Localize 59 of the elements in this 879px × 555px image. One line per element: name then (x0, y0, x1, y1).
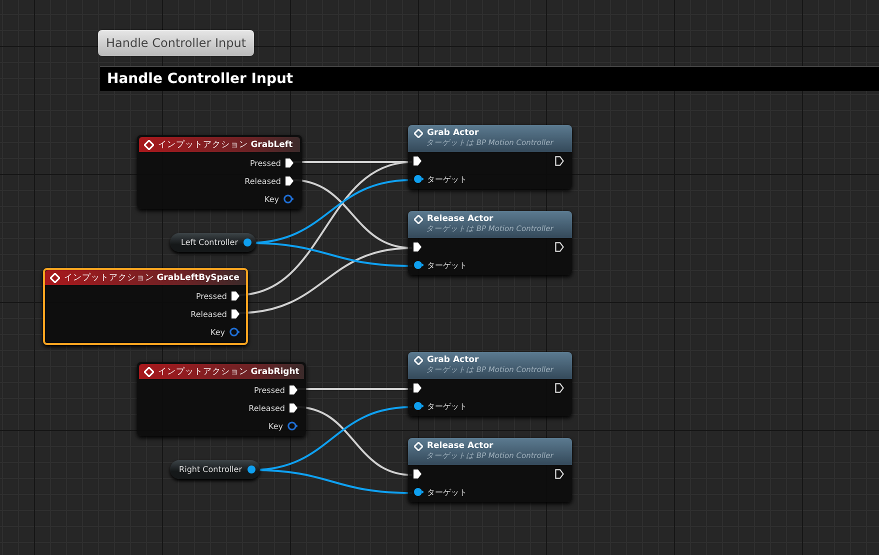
pin-label: ターゲット (427, 400, 467, 412)
exec-pin-icon[interactable] (413, 156, 422, 166)
data-pin-icon[interactable] (413, 487, 424, 497)
function-icon (414, 128, 423, 138)
exec-pin-icon[interactable] (289, 385, 298, 395)
exec-pin-icon[interactable] (555, 242, 564, 252)
pin-label: ターゲット (427, 260, 467, 270)
data-pin-icon[interactable] (413, 174, 424, 184)
variable-node[interactable]: Right Controller (170, 460, 260, 479)
function-icon (414, 442, 423, 450)
variable-node[interactable]: Left Controller (170, 233, 256, 252)
exec-pin-icon[interactable] (555, 156, 564, 166)
data-pin-icon[interactable] (243, 238, 252, 247)
function-icon (414, 214, 423, 224)
node-title: Grab Actor (427, 355, 479, 365)
exec-pin-icon[interactable] (231, 309, 240, 319)
data-pin-icon[interactable] (413, 401, 424, 411)
pin-label: Pressed (196, 292, 227, 300)
exec-pin-icon[interactable] (555, 469, 564, 479)
pin-label: Key (264, 194, 279, 204)
comment-header: Handle Controller Input (100, 66, 879, 91)
event-node[interactable]: インプットアクション GrabLeftBySpace Pressed Released Key (43, 268, 248, 345)
node-title: インプットアクション GrabLeftBySpace (64, 272, 240, 284)
exec-pin-icon[interactable] (413, 242, 422, 252)
pin-label: Pressed (250, 158, 281, 168)
exec-pin-icon[interactable] (555, 383, 564, 393)
exec-pin-icon[interactable] (285, 158, 294, 168)
data-pin-icon[interactable] (413, 260, 424, 270)
function-icon (414, 356, 423, 364)
node-title: インプットアクション GrabLeft (158, 138, 293, 150)
exec-pin-icon[interactable] (289, 403, 298, 413)
variable-label: Right Controller (179, 465, 242, 474)
pin-label: Released (190, 310, 227, 318)
struct-pin-icon[interactable] (229, 327, 240, 337)
pin-label: Key (210, 328, 225, 336)
node-title: インプットアクション GrabRight (158, 366, 300, 378)
event-icon (144, 366, 154, 376)
node-title: Release Actor (427, 214, 494, 224)
pin-label: Pressed (254, 386, 285, 394)
node-title: Grab Actor (427, 128, 479, 138)
pin-label: ターゲット (427, 486, 467, 498)
pin-label: ターゲット (427, 174, 467, 184)
node-title: Release Actor (427, 441, 494, 451)
comment-bubble: Handle Controller Input (98, 30, 254, 56)
variable-label: Left Controller (181, 238, 238, 247)
exec-pin-icon[interactable] (285, 176, 294, 186)
event-node[interactable]: インプットアクション GrabLeft Pressed Released Key (137, 135, 302, 209)
pin-label: Released (248, 404, 285, 412)
data-pin-icon[interactable] (247, 465, 256, 474)
pin-label: Key (268, 422, 283, 430)
event-icon (144, 140, 154, 150)
struct-pin-icon[interactable] (283, 194, 294, 204)
exec-pin-icon[interactable] (231, 291, 240, 301)
event-node[interactable]: インプットアクション GrabRight Pressed Released Key (137, 362, 306, 436)
event-icon (50, 272, 60, 282)
exec-pin-icon[interactable] (413, 469, 422, 479)
pin-label: Released (244, 176, 281, 186)
struct-pin-icon[interactable] (287, 421, 298, 431)
exec-pin-icon[interactable] (413, 383, 422, 393)
